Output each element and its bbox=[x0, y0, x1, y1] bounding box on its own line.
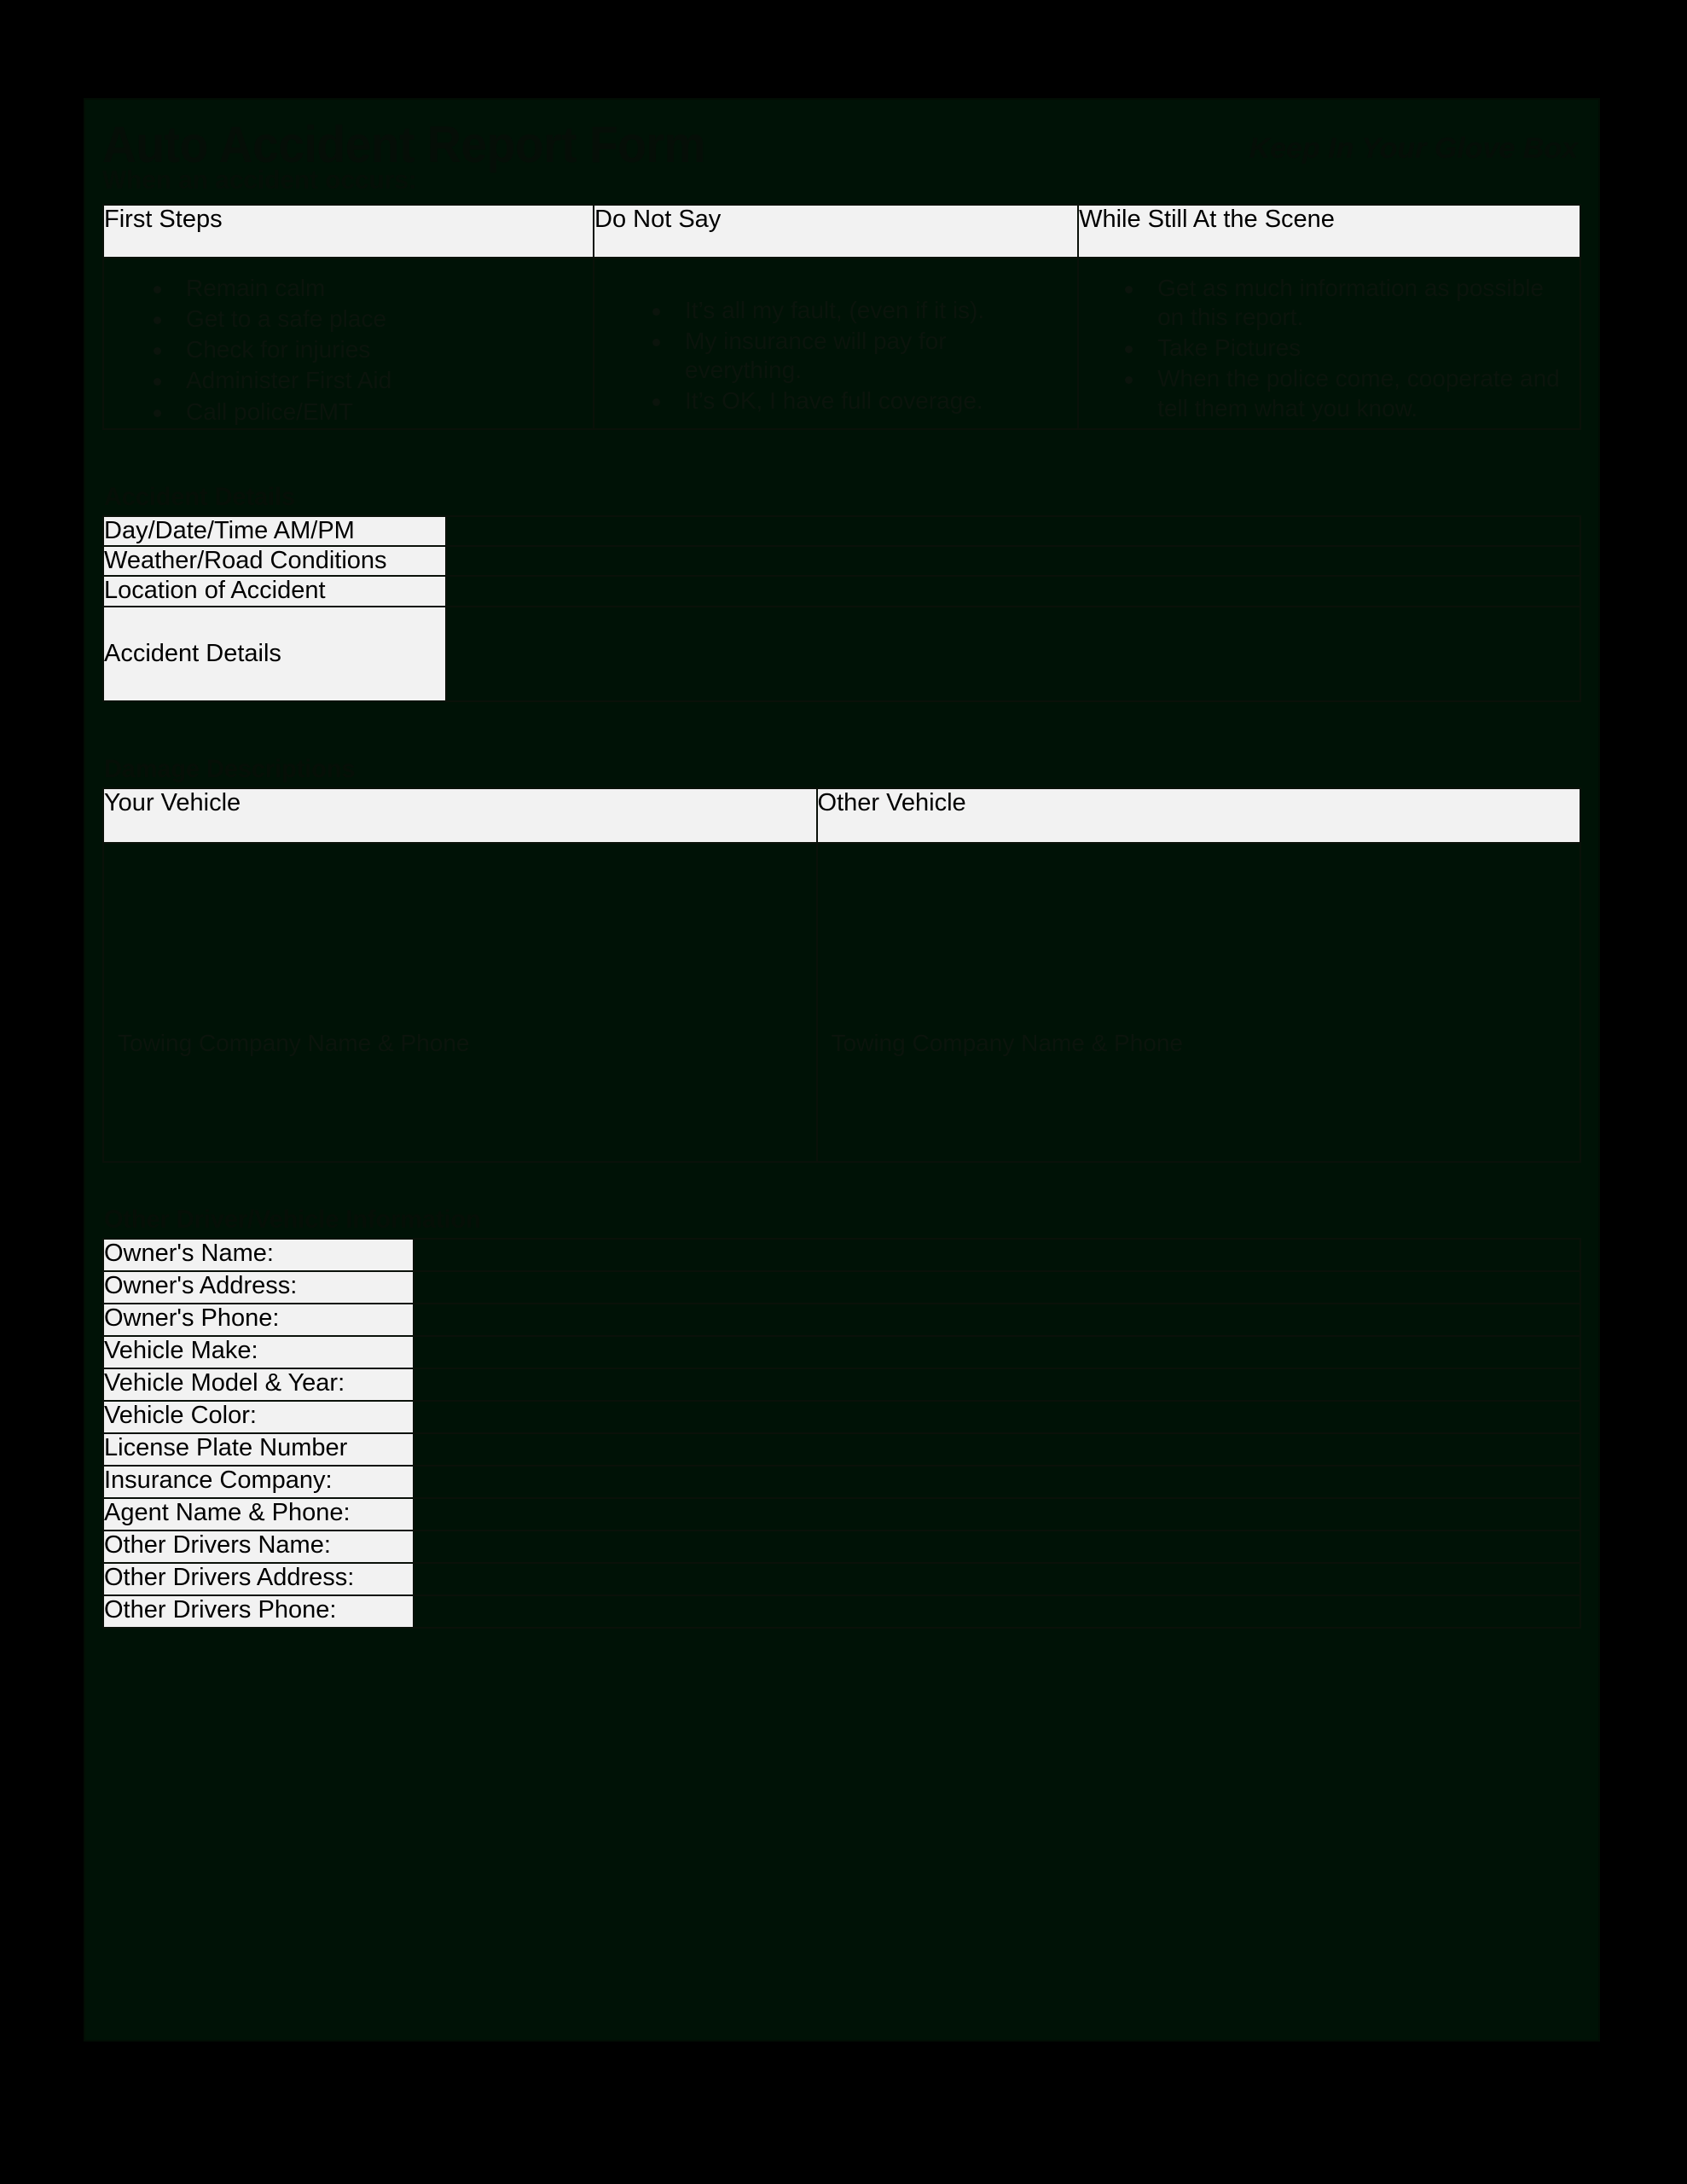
table-row: Vehicle Make: bbox=[102, 1335, 1582, 1370]
accident-details-table: Day/Date/Time AM/PM Weather/Road Conditi… bbox=[102, 514, 1582, 703]
list-item: Take Pictures bbox=[1125, 334, 1568, 363]
advice-column-header-first-steps: First Steps bbox=[101, 204, 595, 258]
accident-value-weather-road[interactable] bbox=[444, 545, 1582, 578]
list-item: It’s OK, I have full coverage. bbox=[652, 386, 1065, 415]
table-row: Day/Date/Time AM/PM bbox=[102, 514, 1582, 548]
damage-header-row: Your Vehicle Other Vehicle bbox=[102, 787, 1582, 845]
table-row: Vehicle Model & Year: bbox=[102, 1368, 1582, 1403]
list-item: Administer First Aid bbox=[153, 366, 581, 395]
damage-column-header-your-vehicle: Your Vehicle bbox=[102, 787, 818, 845]
driver-value-owners-address[interactable] bbox=[412, 1270, 1582, 1305]
list-item: Get to a safe place bbox=[153, 305, 581, 334]
table-row: Owner's Address: bbox=[102, 1270, 1582, 1305]
table-row: Owner's Phone: bbox=[102, 1303, 1582, 1338]
accident-value-location[interactable] bbox=[444, 575, 1582, 607]
driver-value-license-plate[interactable] bbox=[412, 1432, 1582, 1467]
advice-cell-first-steps: Remain calm Get to a safe place Check fo… bbox=[101, 257, 595, 430]
table-row: Other Drivers Name: bbox=[102, 1530, 1582, 1565]
towing-label-other-vehicle: Towing Company Name & Phone bbox=[831, 1030, 1183, 1057]
towing-label-your-vehicle: Towing Company Name & Phone bbox=[118, 1030, 470, 1057]
section-heading-accident-details: Accident Details bbox=[104, 482, 296, 511]
list-item: It’s all my fault, (even if it is). bbox=[652, 296, 1065, 325]
do-not-say-list: It’s all my fault, (even if it is). My i… bbox=[594, 258, 1077, 416]
page-content: Auto Accident Report Form Keep In Your G… bbox=[101, 108, 1582, 1722]
table-row: Owner's Name: bbox=[102, 1238, 1582, 1273]
accident-value-details[interactable] bbox=[444, 605, 1582, 703]
table-row: Other Drivers Phone: bbox=[102, 1594, 1582, 1629]
advice-table: First Steps Do Not Say While Still At th… bbox=[101, 204, 1581, 430]
table-row: Agent Name & Phone: bbox=[102, 1497, 1582, 1532]
table-row: Insurance Company: bbox=[102, 1465, 1582, 1500]
at-the-scene-list: Get as much information as possible on t… bbox=[1079, 258, 1580, 423]
document-tagline: Keep In Your Glove Box bbox=[1249, 132, 1578, 165]
page-bottom-filler bbox=[102, 1629, 1581, 1722]
driver-label-license-plate: License Plate Number bbox=[102, 1432, 415, 1467]
advice-header-row: First Steps Do Not Say While Still At th… bbox=[101, 204, 1581, 258]
driver-value-vehicle-color[interactable] bbox=[412, 1400, 1582, 1435]
driver-value-insurance-company[interactable] bbox=[412, 1465, 1582, 1500]
table-row: Location of Accident bbox=[102, 575, 1582, 607]
driver-label-vehicle-model-year: Vehicle Model & Year: bbox=[102, 1368, 415, 1403]
driver-value-other-drivers-phone[interactable] bbox=[412, 1594, 1582, 1629]
driver-value-other-drivers-name[interactable] bbox=[412, 1530, 1582, 1565]
driver-value-agent-name-phone[interactable] bbox=[412, 1497, 1582, 1532]
driver-label-owners-phone: Owner's Phone: bbox=[102, 1303, 415, 1338]
driver-label-vehicle-make: Vehicle Make: bbox=[102, 1335, 415, 1370]
accident-value-day-date-time[interactable] bbox=[444, 514, 1582, 548]
table-row: License Plate Number bbox=[102, 1432, 1582, 1467]
list-item: Call police/EMT bbox=[153, 398, 581, 427]
damage-cell-your-vehicle[interactable]: Towing Company Name & Phone bbox=[102, 842, 818, 1164]
table-row: Other Drivers Address: bbox=[102, 1562, 1582, 1597]
advice-column-header-do-not-say: Do Not Say bbox=[593, 204, 1080, 258]
accident-label-weather-road: Weather/Road Conditions bbox=[102, 545, 447, 578]
advice-body-row: Remain calm Get to a safe place Check fo… bbox=[101, 257, 1581, 430]
driver-label-owners-name: Owner's Name: bbox=[102, 1238, 415, 1273]
driver-value-owners-name[interactable] bbox=[412, 1238, 1582, 1273]
advice-cell-do-not-say: It’s all my fault, (even if it is). My i… bbox=[593, 257, 1080, 430]
first-steps-list: Remain calm Get to a safe place Check fo… bbox=[104, 258, 593, 427]
accident-label-day-date-time: Day/Date/Time AM/PM bbox=[102, 514, 447, 548]
driver-label-other-drivers-address: Other Drivers Address: bbox=[102, 1562, 415, 1597]
table-row: Vehicle Color: bbox=[102, 1400, 1582, 1435]
damage-cell-other-vehicle[interactable]: Towing Company Name & Phone bbox=[815, 842, 1582, 1164]
list-item: My insurance will pay for everything. bbox=[652, 327, 1065, 385]
table-row: Accident Details bbox=[102, 605, 1582, 703]
driver-label-insurance-company: Insurance Company: bbox=[102, 1465, 415, 1500]
list-item: When the police come, cooperate and tell… bbox=[1125, 364, 1568, 422]
list-item: Remain calm bbox=[153, 274, 581, 303]
driver-value-vehicle-model-year[interactable] bbox=[412, 1368, 1582, 1403]
driver-label-other-drivers-name: Other Drivers Name: bbox=[102, 1530, 415, 1565]
accident-label-details: Accident Details bbox=[102, 605, 447, 703]
document-header: Auto Accident Report Form Keep In Your G… bbox=[102, 108, 1581, 204]
driver-label-other-drivers-phone: Other Drivers Phone: bbox=[102, 1594, 415, 1629]
damage-body-row: Towing Company Name & Phone Towing Compa… bbox=[102, 842, 1582, 1164]
list-item: Get as much information as possible on t… bbox=[1125, 274, 1568, 332]
other-driver-table: Owner's Name: Owner's Address: Owner's P… bbox=[102, 1238, 1582, 1629]
advice-cell-at-the-scene: Get as much information as possible on t… bbox=[1077, 257, 1581, 430]
document-page: Auto Accident Report Form Keep In Your G… bbox=[84, 98, 1600, 2042]
damage-column-header-other-vehicle: Other Vehicle bbox=[815, 787, 1582, 845]
section-heading-other-driver-info: Other Driver/Vehicle Information bbox=[104, 1205, 481, 1234]
accident-label-location: Location of Accident bbox=[102, 575, 447, 607]
driver-value-owners-phone[interactable] bbox=[412, 1303, 1582, 1338]
document-subtitle: When an accident occurs: bbox=[102, 165, 417, 195]
driver-label-agent-name-phone: Agent Name & Phone: bbox=[102, 1497, 415, 1532]
driver-label-vehicle-color: Vehicle Color: bbox=[102, 1400, 415, 1435]
list-item: Check for injuries bbox=[153, 335, 581, 364]
damage-descriptions-table: Your Vehicle Other Vehicle Towing Compan… bbox=[102, 787, 1582, 1164]
advice-column-header-at-the-scene: While Still At the Scene bbox=[1077, 204, 1581, 258]
driver-label-owners-address: Owner's Address: bbox=[102, 1270, 415, 1305]
section-heading-damage-descriptions: Damage Descriptions bbox=[104, 755, 356, 784]
table-row: Weather/Road Conditions bbox=[102, 545, 1582, 578]
driver-value-vehicle-make[interactable] bbox=[412, 1335, 1582, 1370]
driver-value-other-drivers-address[interactable] bbox=[412, 1562, 1582, 1597]
